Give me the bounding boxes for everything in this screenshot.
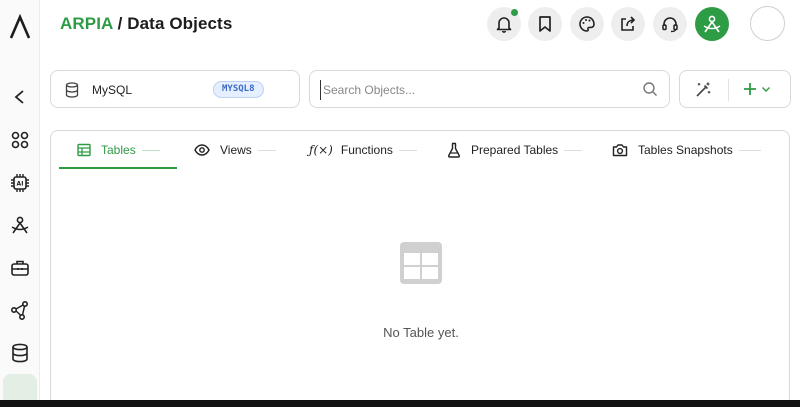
sidebar-item-toolbox[interactable]: [7, 255, 33, 281]
search-box: [309, 70, 670, 108]
sidebar-back-button[interactable]: [7, 84, 33, 110]
ai-chip-icon: AI: [11, 174, 29, 192]
user-compass-icon: [703, 15, 721, 33]
sidebar-item-people[interactable]: [7, 212, 33, 238]
function-icon: ƒ(×): [309, 143, 333, 157]
palette-icon: [579, 16, 595, 32]
sidebar-item-ai[interactable]: AI: [7, 170, 33, 196]
tab-divider: [257, 149, 276, 151]
theme-button[interactable]: [570, 7, 604, 41]
database-icon: [65, 82, 79, 98]
brand-name: ARPIA: [60, 14, 113, 33]
search-icon[interactable]: [642, 81, 658, 97]
headset-icon: [662, 17, 678, 33]
sidebar-item-share[interactable]: [7, 297, 33, 323]
camera-icon: [612, 144, 628, 157]
share-button[interactable]: [611, 7, 645, 41]
database-version-badge: MYSQL8: [213, 81, 264, 98]
object-tabs: Tables Views ƒ(×) Functions Prepared Tab…: [59, 131, 779, 169]
database-name: MySQL: [92, 83, 133, 97]
notifications-button[interactable]: [487, 7, 521, 41]
bottom-bar: [0, 400, 800, 407]
grid-dots-icon: [11, 131, 29, 149]
avatar[interactable]: [750, 6, 785, 41]
add-object-button[interactable]: [742, 81, 772, 97]
tab-label: Functions: [340, 143, 393, 157]
table-icon: [77, 143, 91, 157]
empty-table-icon: [400, 242, 442, 284]
chevron-down-icon: [762, 87, 770, 92]
sidebar-item-database[interactable]: [7, 340, 33, 366]
empty-state-message: No Table yet.: [383, 325, 459, 340]
network-icon: [10, 300, 29, 320]
tab-tables[interactable]: Tables: [59, 131, 177, 169]
tab-label: Tables Snapshots: [638, 143, 733, 157]
tab-divider: [398, 149, 417, 151]
bookmark-button[interactable]: [528, 7, 562, 41]
bookmark-icon: [539, 16, 551, 32]
magic-wand-icon[interactable]: [694, 81, 712, 99]
sidebar-item-active[interactable]: [3, 374, 37, 400]
plus-icon: [744, 83, 756, 95]
share-icon: [621, 16, 636, 31]
bell-icon: [496, 17, 512, 33]
tab-prepared-tables[interactable]: Prepared Tables: [447, 131, 583, 169]
tab-views[interactable]: Views: [194, 131, 276, 169]
notification-dot: [511, 9, 518, 16]
toolbox-icon: [11, 260, 29, 276]
breadcrumb-current: Data Objects: [127, 14, 233, 33]
chevron-left-icon: [14, 90, 24, 104]
tab-divider: [141, 149, 160, 151]
actions-divider: [728, 79, 729, 101]
actions-group: [679, 70, 791, 108]
tab-label: Views: [220, 143, 252, 157]
eye-icon: [194, 144, 210, 156]
tab-functions[interactable]: ƒ(×) Functions: [309, 131, 417, 169]
arpia-logo-icon[interactable]: [8, 14, 32, 40]
user-compass-icon: [11, 216, 29, 234]
breadcrumb-separator: /: [112, 14, 128, 33]
sidebar-item-apps[interactable]: [7, 127, 33, 153]
tab-label: Tables: [101, 143, 136, 157]
page-title: ARPIA / Data Objects: [60, 14, 232, 34]
user-hub-button[interactable]: [695, 7, 729, 41]
flask-icon: [447, 142, 461, 158]
tab-divider: [564, 149, 583, 151]
tab-tables-snapshots[interactable]: Tables Snapshots: [612, 131, 761, 169]
data-objects-panel: Tables Views ƒ(×) Functions Prepared Tab…: [50, 130, 790, 405]
tab-divider: [738, 149, 761, 151]
database-icon: [12, 343, 28, 363]
sidebar: AI: [0, 0, 40, 400]
svg-text:AI: AI: [17, 181, 24, 188]
support-button[interactable]: [653, 7, 687, 41]
tab-label: Prepared Tables: [471, 143, 559, 157]
search-input[interactable]: [320, 80, 630, 100]
database-select[interactable]: MySQL MYSQL8: [50, 70, 338, 108]
